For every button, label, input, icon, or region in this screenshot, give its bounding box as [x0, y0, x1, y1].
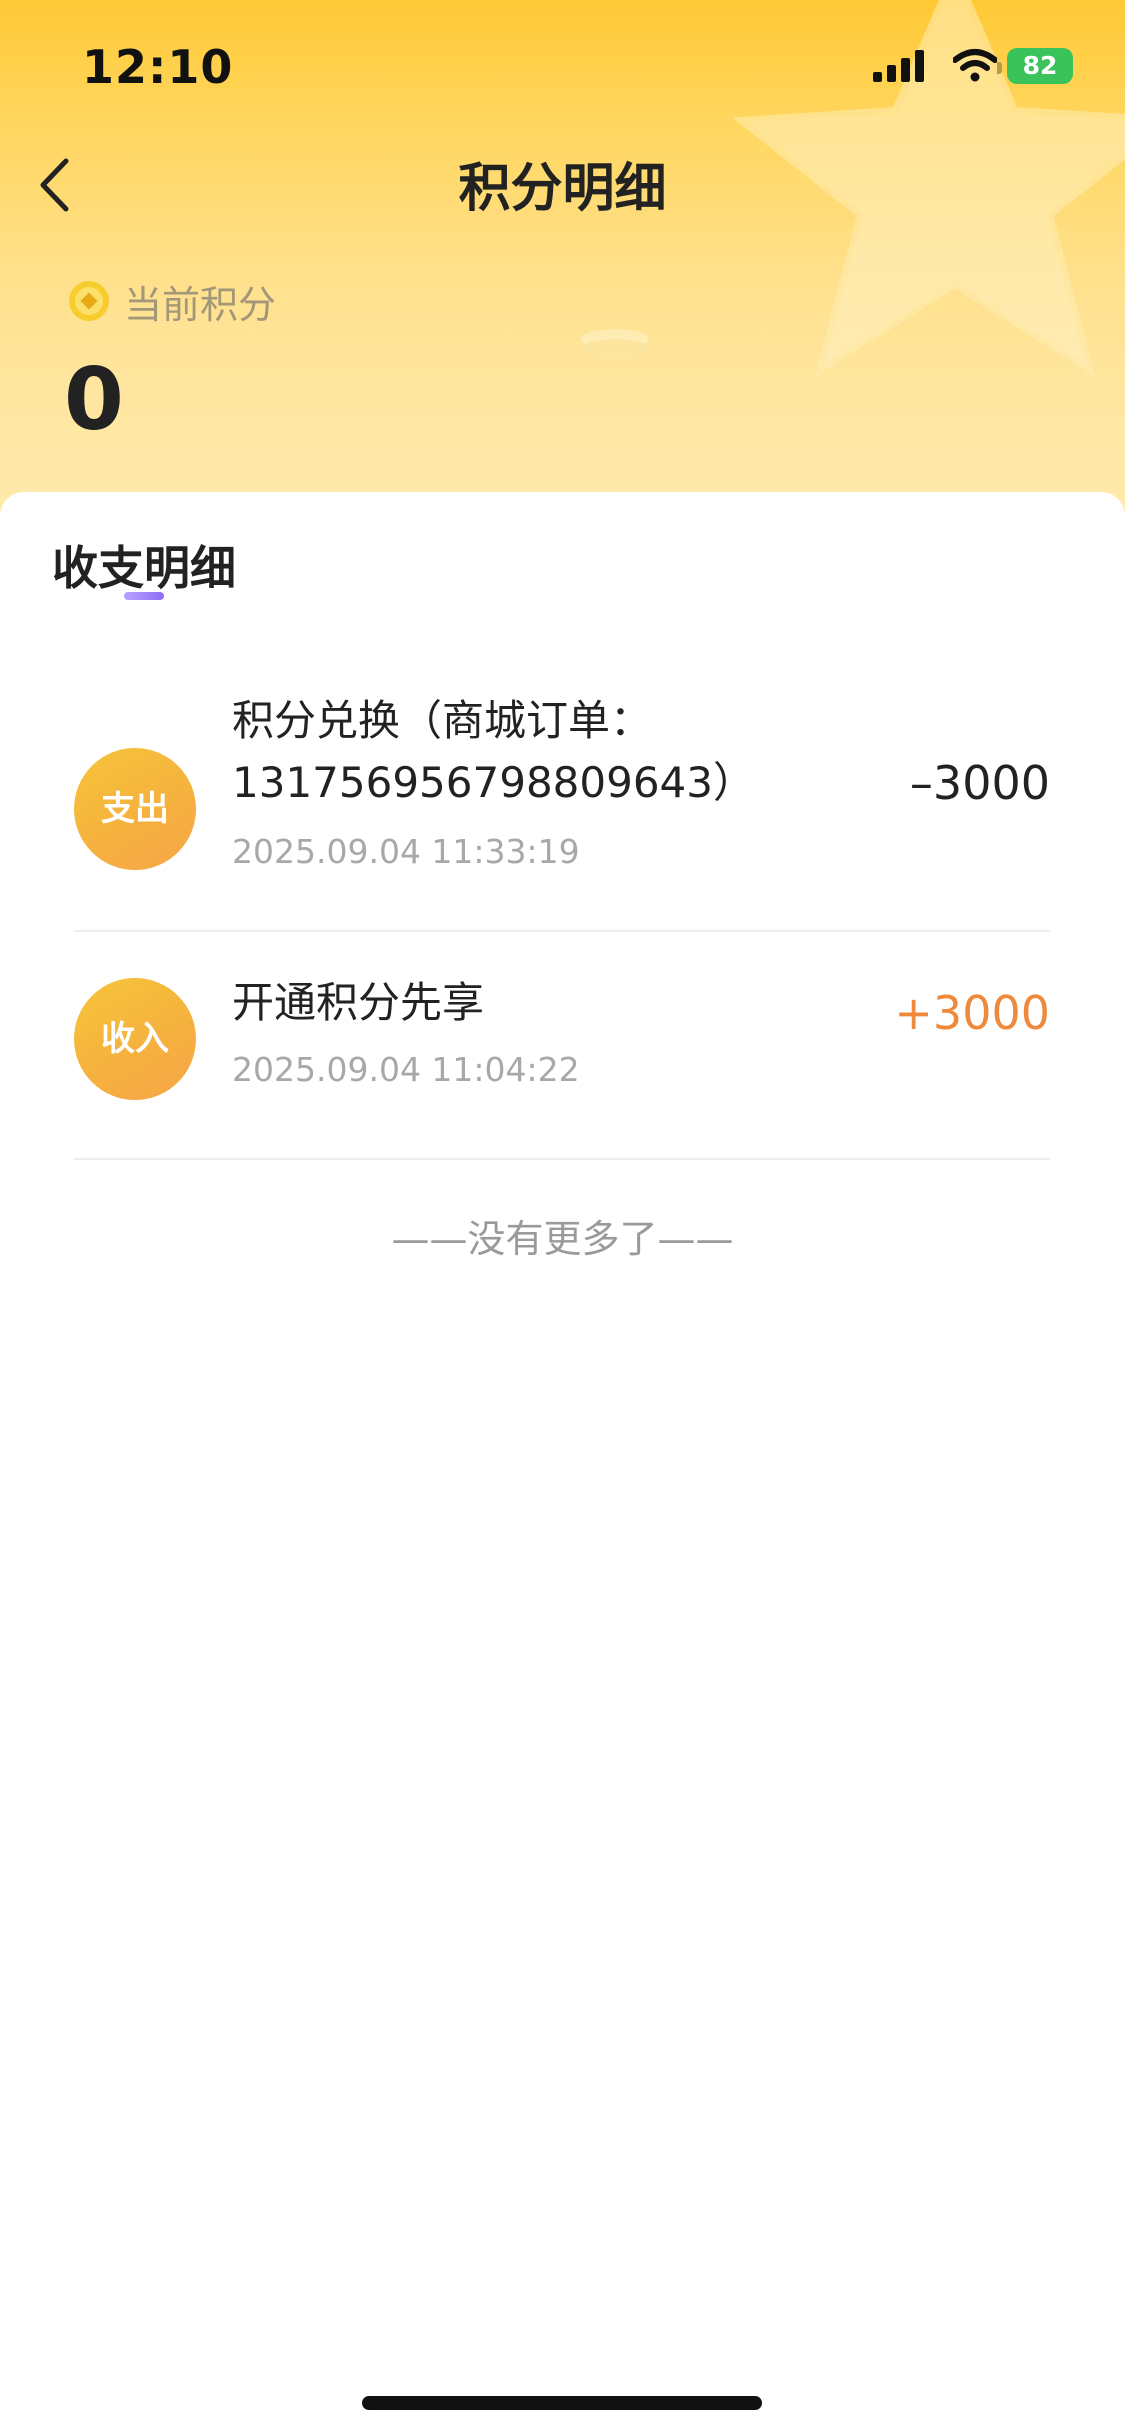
transaction-title: 开通积分先享 [232, 978, 485, 1027]
transaction-title: 积分兑换（商城订单：1317569567988096​43） [232, 696, 755, 807]
transaction-time: 2025.09.04 11:04:22 [232, 1050, 580, 1089]
current-points-label-row: 当前积分 [68, 276, 277, 327]
tab-active-indicator [124, 592, 164, 600]
cellular-signal-icon [873, 50, 924, 82]
expense-badge: 支出 [74, 748, 196, 870]
status-time: 12:10 [82, 40, 234, 94]
current-points-value: 0 [64, 350, 124, 450]
transactions-card: 收支明细 支出 积分兑换（商城订单：1317569567988096​43） 2… [0, 492, 1125, 2436]
page-title: 积分明细 [458, 159, 667, 219]
end-of-list-text: ——没有更多了—— [391, 1217, 734, 1261]
tab-income-expense-details[interactable]: 收支明细 [52, 532, 236, 598]
battery-level: 82 [1022, 51, 1058, 80]
status-bar: 12:10 82 [0, 0, 1125, 140]
current-points-label: 当前积分 [124, 282, 277, 327]
transaction-amount: +3000 [894, 986, 1050, 1040]
battery-charging-icon: 82 [997, 48, 1073, 84]
battery-tip [997, 62, 1002, 74]
coin-stack-decoration-icon [581, 329, 649, 359]
transaction-row[interactable]: 收入 开通积分先享 2025.09.04 11:04:22 +3000 [74, 932, 1050, 1160]
coin-icon [69, 281, 109, 321]
transaction-row[interactable]: 支出 积分兑换（商城订单：1317569567988096​43） 2025.0… [74, 690, 1050, 932]
home-indicator[interactable] [362, 2396, 762, 2410]
transaction-amount: –3000 [909, 756, 1050, 810]
transaction-time: 2025.09.04 11:33:19 [232, 832, 580, 871]
income-badge: 收入 [74, 978, 196, 1100]
wifi-icon [953, 49, 997, 82]
